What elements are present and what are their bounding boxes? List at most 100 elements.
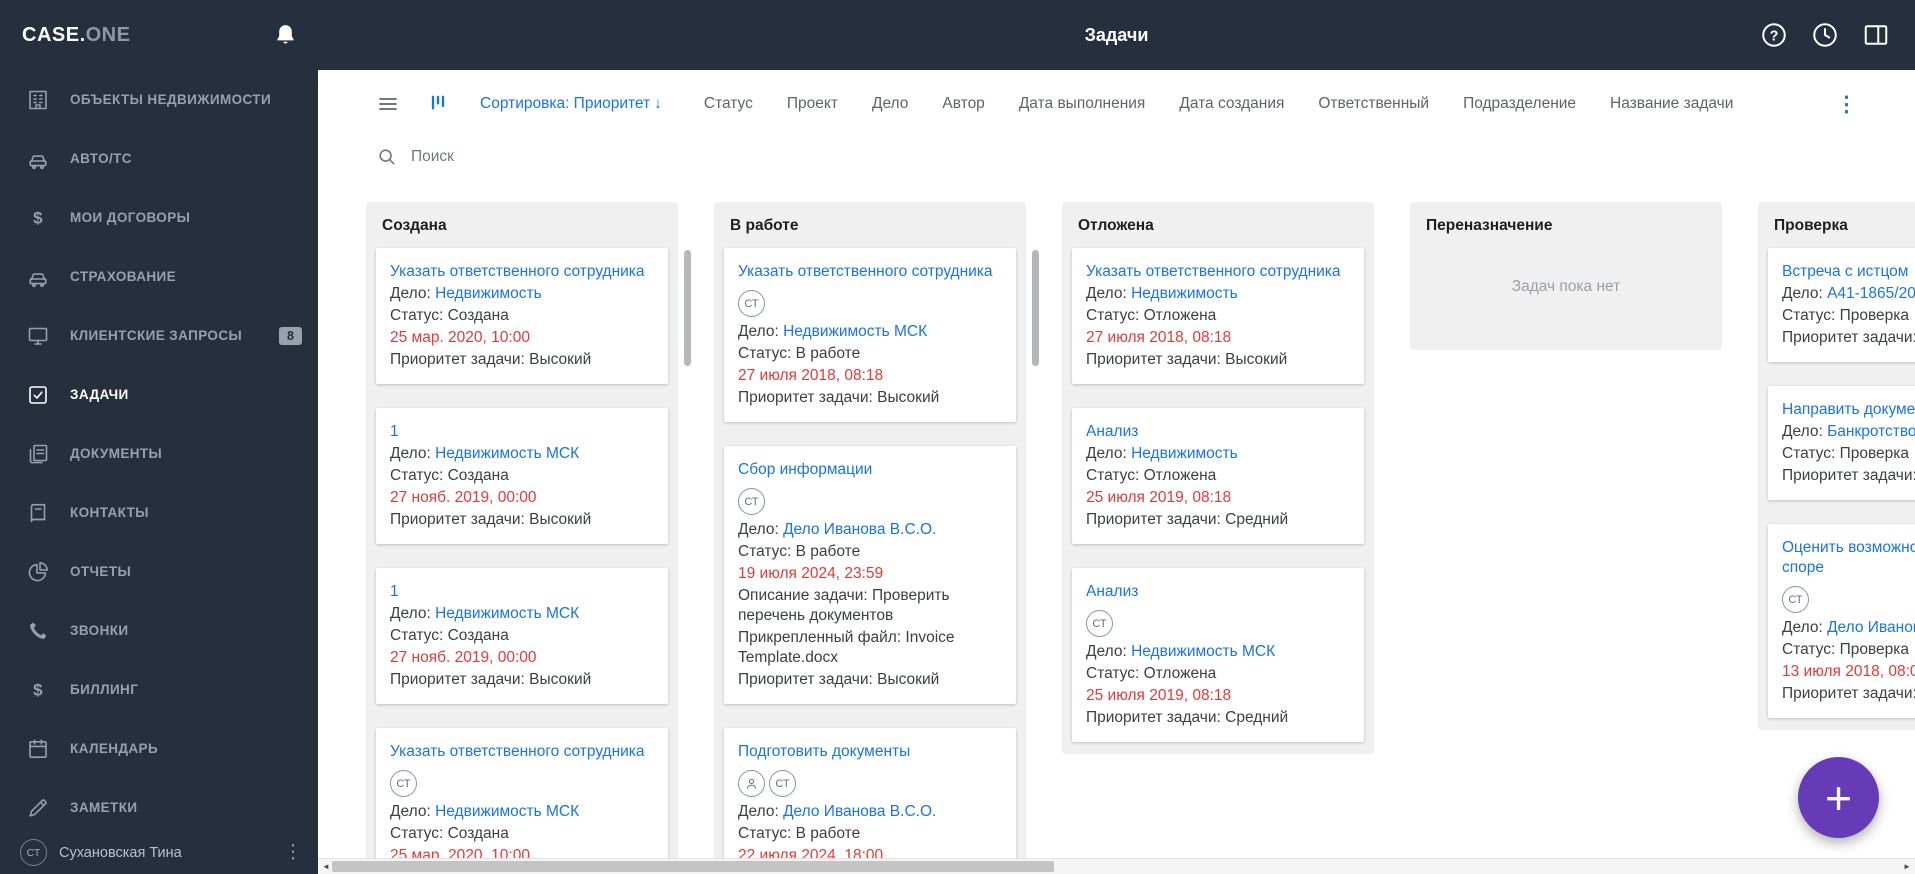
sidebar-item[interactable]: ЗВОНКИ xyxy=(0,601,318,660)
assignee-initials-badge[interactable]: СТ xyxy=(738,488,765,515)
task-title[interactable]: 1 xyxy=(390,422,654,442)
filter-chip[interactable]: Дело xyxy=(872,95,908,113)
task-title[interactable]: 1 xyxy=(390,582,654,602)
case-link[interactable]: Недвижимость xyxy=(435,285,542,302)
history-icon[interactable] xyxy=(1810,20,1840,50)
case-link[interactable]: Дело Иванова В.С.О. xyxy=(783,521,936,538)
sidebar-item[interactable]: КОНТАКТЫ xyxy=(0,483,318,542)
column-scrollbar[interactable] xyxy=(1032,250,1039,366)
task-card[interactable]: Указать ответственного сотрудника СТ Дело:… xyxy=(724,248,1016,422)
sidebar-item[interactable]: КЛИЕНТСКИЕ ЗАПРОСЫ 8 xyxy=(0,306,318,365)
sidebar-item[interactable]: $ БИЛЛИНГ xyxy=(0,660,318,719)
task-title[interactable]: Анализ xyxy=(1086,422,1350,442)
case-row: Дело: Недвижимость xyxy=(1086,284,1350,304)
task-title[interactable]: Указать ответственного сотрудника xyxy=(390,742,654,762)
filter-chip[interactable]: Дата создания xyxy=(1179,95,1284,113)
user-profile[interactable]: СТ Сухановская Тина ⋮ xyxy=(0,837,318,874)
scrollbar-thumb[interactable] xyxy=(332,861,1054,872)
kanban-view-icon[interactable] xyxy=(428,93,448,115)
task-title[interactable]: Указать ответственного сотрудника xyxy=(390,262,654,282)
assignee-icon[interactable] xyxy=(738,770,765,797)
task-title[interactable]: Указать ответственного сотрудника xyxy=(738,262,1002,282)
filter-chip[interactable]: Подразделение xyxy=(1463,95,1576,113)
horizontal-scrollbar[interactable]: ◄ ► xyxy=(318,858,1915,874)
assignee-initials-badge[interactable]: СТ xyxy=(738,290,765,317)
column-title: Отложена xyxy=(1078,217,1154,234)
filter-chip[interactable]: Проект xyxy=(787,95,838,113)
help-icon[interactable]: ? xyxy=(1759,20,1789,50)
sidebar-item[interactable]: ОБЪЕКТЫ НЕДВИЖИМОСТИ xyxy=(0,70,318,129)
filter-chip[interactable]: Автор xyxy=(942,95,984,113)
sidebar-item[interactable]: $ МОИ ДОГОВОРЫ xyxy=(0,188,318,247)
scroll-right-icon[interactable]: ► xyxy=(1899,862,1915,871)
case-link[interactable]: Недвижимость МСК xyxy=(435,445,579,462)
case-link[interactable]: Банкротство xyxy=(1827,423,1915,440)
task-card[interactable]: Встреча с истцомДело: А41-1865/2018Стату… xyxy=(1768,248,1915,362)
case-link[interactable]: Недвижимость МСК xyxy=(783,323,927,340)
user-menu-icon[interactable]: ⋮ xyxy=(280,843,306,862)
task-card[interactable]: Анализ СТ Дело: Недвижимость МСК Статус: От… xyxy=(1072,568,1364,742)
task-field: Приоритет задачи: Высокий xyxy=(1782,467,1915,484)
task-card[interactable]: Направить документыДело: БанкротствоСтат… xyxy=(1768,386,1915,500)
task-title[interactable]: Встреча с истцом xyxy=(1782,262,1915,282)
page-title: Задачи xyxy=(1084,24,1149,45)
task-card[interactable]: Сбор информации СТ Дело: Дело Иванова В.С.… xyxy=(724,446,1016,704)
case-link[interactable]: Дело Иванова В.С.О. xyxy=(1827,619,1915,636)
sidebar-item[interactable]: АВТО/ТС xyxy=(0,129,318,188)
task-title[interactable]: Указать ответственного сотрудника xyxy=(1086,262,1350,282)
assignee-initials-badge[interactable]: СТ xyxy=(769,770,796,797)
layout-icon[interactable] xyxy=(1861,20,1891,50)
case-link[interactable]: Недвижимость xyxy=(1131,445,1238,462)
sort-label: Сортировка: Приоритет xyxy=(480,95,651,112)
task-card[interactable]: 1 Дело: Недвижимость МСК Статус: Создана 27… xyxy=(376,408,668,544)
brand-light: ONE xyxy=(85,23,131,46)
task-title[interactable]: Сбор информации xyxy=(738,460,1002,480)
filter-chip[interactable]: Дата выполнения xyxy=(1019,95,1146,113)
task-card[interactable]: Подготовить документы СТ Дело: Дело Иванов… xyxy=(724,728,1016,858)
task-card[interactable]: Указать ответственного сотрудника СТ Дело:… xyxy=(376,728,668,858)
task-field: Приоритет задачи: Высокий xyxy=(390,671,592,688)
filter-chip[interactable]: Ответственный xyxy=(1318,95,1429,113)
filter-chip[interactable]: Название задачи xyxy=(1610,95,1733,113)
case-link[interactable]: Недвижимость xyxy=(1131,285,1238,302)
filter-chip[interactable]: Статус xyxy=(704,95,753,113)
add-task-button[interactable]: + xyxy=(1798,757,1879,838)
task-card[interactable]: Указать ответственного сотрудника Дело: Н… xyxy=(1072,248,1364,384)
brand-logo: CASE.ONE xyxy=(22,24,130,47)
case-link[interactable]: А41-1865/2018 xyxy=(1827,285,1915,302)
cards-list: Указать ответственного сотрудника СТ Дело:… xyxy=(714,246,1026,858)
case-link[interactable]: Дело Иванова В.С.О. xyxy=(783,803,936,820)
column-scrollbar[interactable] xyxy=(684,250,691,366)
menu-icon[interactable] xyxy=(376,92,400,116)
task-title[interactable]: Анализ xyxy=(1086,582,1350,602)
sidebar-item[interactable]: СТРАХОВАНИЕ xyxy=(0,247,318,306)
sidebar-item[interactable]: ЗАМЕТКИ xyxy=(0,778,318,837)
assignee-initials-badge[interactable]: СТ xyxy=(1086,610,1113,637)
due-date: 19 июля 2024, 23:59 xyxy=(738,565,884,582)
task-title[interactable]: Оценить возможность в судебном споре xyxy=(1782,538,1915,578)
case-link[interactable]: Недвижимость МСК xyxy=(435,803,579,820)
sort-control[interactable]: Сортировка: Приоритет ↓ xyxy=(480,95,662,113)
case-link[interactable]: Недвижимость МСК xyxy=(1131,643,1275,660)
assignee-initials-badge[interactable]: СТ xyxy=(1782,586,1809,613)
case-link[interactable]: Недвижимость МСК xyxy=(435,605,579,622)
board-menu-icon[interactable]: ⋮ xyxy=(1836,94,1857,115)
notifications-bell-icon[interactable] xyxy=(272,22,299,49)
sidebar-item[interactable]: ДОКУМЕНТЫ xyxy=(0,424,318,483)
sidebar-item[interactable]: ОТЧЕТЫ xyxy=(0,542,318,601)
task-card[interactable]: Анализ Дело: Недвижимость Статус: Отложена… xyxy=(1072,408,1364,544)
task-title[interactable]: Подготовить документы xyxy=(738,742,1002,762)
search-input[interactable] xyxy=(411,147,871,166)
sidebar-nav: ОБЪЕКТЫ НЕДВИЖИМОСТИ АВТО/ТС $ МОИ ДОГОВОРЫ… xyxy=(0,70,318,837)
sidebar-item[interactable]: КАЛЕНДАРЬ xyxy=(0,719,318,778)
task-title[interactable]: Направить документы xyxy=(1782,400,1915,420)
sidebar-item[interactable]: ЗАДАЧИ xyxy=(0,365,318,424)
task-card[interactable]: 1 Дело: Недвижимость МСК Статус: Создана 27… xyxy=(376,568,668,704)
task-card[interactable]: Указать ответственного сотрудника Дело: Н… xyxy=(376,248,668,384)
monitor-icon xyxy=(26,324,50,348)
task-card[interactable]: Оценить возможность в судебном споре СТ Де… xyxy=(1768,524,1915,718)
sidebar-item-label: КЛИЕНТСКИЕ ЗАПРОСЫ xyxy=(70,328,243,343)
assignee-initials-badge[interactable]: СТ xyxy=(390,770,417,797)
due-date: 22 июля 2024, 18:00 xyxy=(738,847,884,858)
case-row: Дело: Недвижимость МСК xyxy=(390,604,654,624)
